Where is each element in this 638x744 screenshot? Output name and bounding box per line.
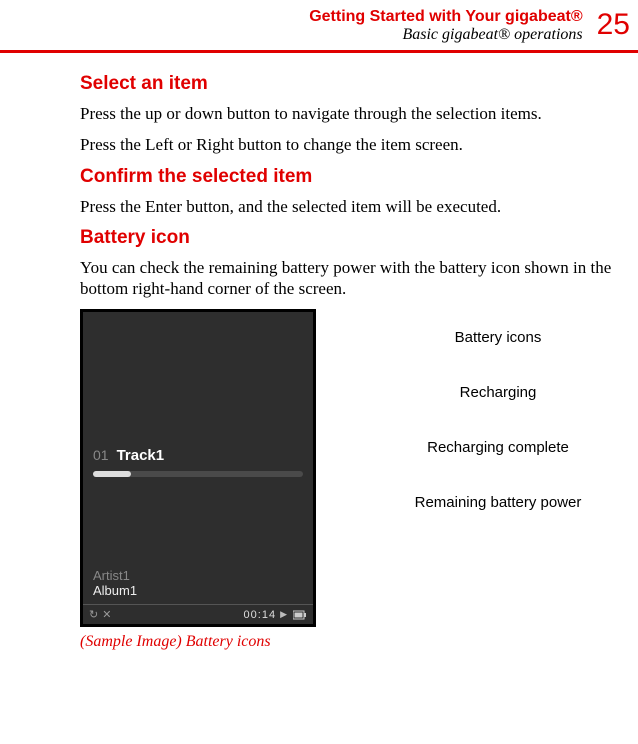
page-number: 25 xyxy=(597,8,630,40)
page-header: Getting Started with Your gigabeat® Basi… xyxy=(0,0,638,44)
status-left: ↻ ✕ xyxy=(89,608,244,621)
battery-icon xyxy=(293,610,307,620)
album-label: Album1 xyxy=(93,583,137,598)
section-title: Basic gigabeat® operations xyxy=(0,26,583,44)
device-screenshot: 01 Track1 Artist1 Album1 ↻ ✕ 00:14 xyxy=(80,309,316,627)
labels-column: Battery icons Recharging Recharging comp… xyxy=(366,309,630,549)
page-content: Select an item Press the up or down butt… xyxy=(0,53,638,659)
label-battery-icons: Battery icons xyxy=(366,329,630,346)
repeat-icon: ↻ xyxy=(89,608,98,621)
label-remaining-power: Remaining battery power xyxy=(366,494,630,511)
track-area: 01 Track1 xyxy=(93,447,303,477)
track-number: 01 xyxy=(93,447,109,463)
artist-label: Artist1 xyxy=(93,568,137,583)
track-name: Track1 xyxy=(117,447,165,464)
heading-battery-icon: Battery icon xyxy=(80,227,630,249)
header-titles: Getting Started with Your gigabeat® Basi… xyxy=(0,8,597,44)
body-text: Press the Enter button, and the selected… xyxy=(80,196,630,217)
play-icon: ▶ xyxy=(280,609,287,620)
meta-area: Artist1 Album1 xyxy=(93,568,137,598)
screenshot-column: 01 Track1 Artist1 Album1 ↻ ✕ 00:14 xyxy=(80,309,316,651)
playback-time: 00:14 xyxy=(244,609,277,621)
label-recharging-complete: Recharging complete xyxy=(366,439,630,456)
body-text: Press the Left or Right button to change… xyxy=(80,134,630,155)
label-recharging: Recharging xyxy=(366,384,630,401)
body-text: You can check the remaining battery powe… xyxy=(80,257,630,300)
heading-select-item: Select an item xyxy=(80,73,630,95)
progress-bar xyxy=(93,471,303,477)
heading-confirm-item: Confirm the selected item xyxy=(80,166,630,188)
progress-fill xyxy=(93,471,131,477)
chapter-title: Getting Started with Your gigabeat® xyxy=(0,8,583,26)
status-bar: ↻ ✕ 00:14 ▶ xyxy=(83,604,313,624)
shuffle-icon: ✕ xyxy=(102,608,111,621)
figure-caption: (Sample Image) Battery icons xyxy=(80,633,316,651)
body-text: Press the up or down button to navigate … xyxy=(80,103,630,124)
figure-row: 01 Track1 Artist1 Album1 ↻ ✕ 00:14 xyxy=(80,309,630,651)
